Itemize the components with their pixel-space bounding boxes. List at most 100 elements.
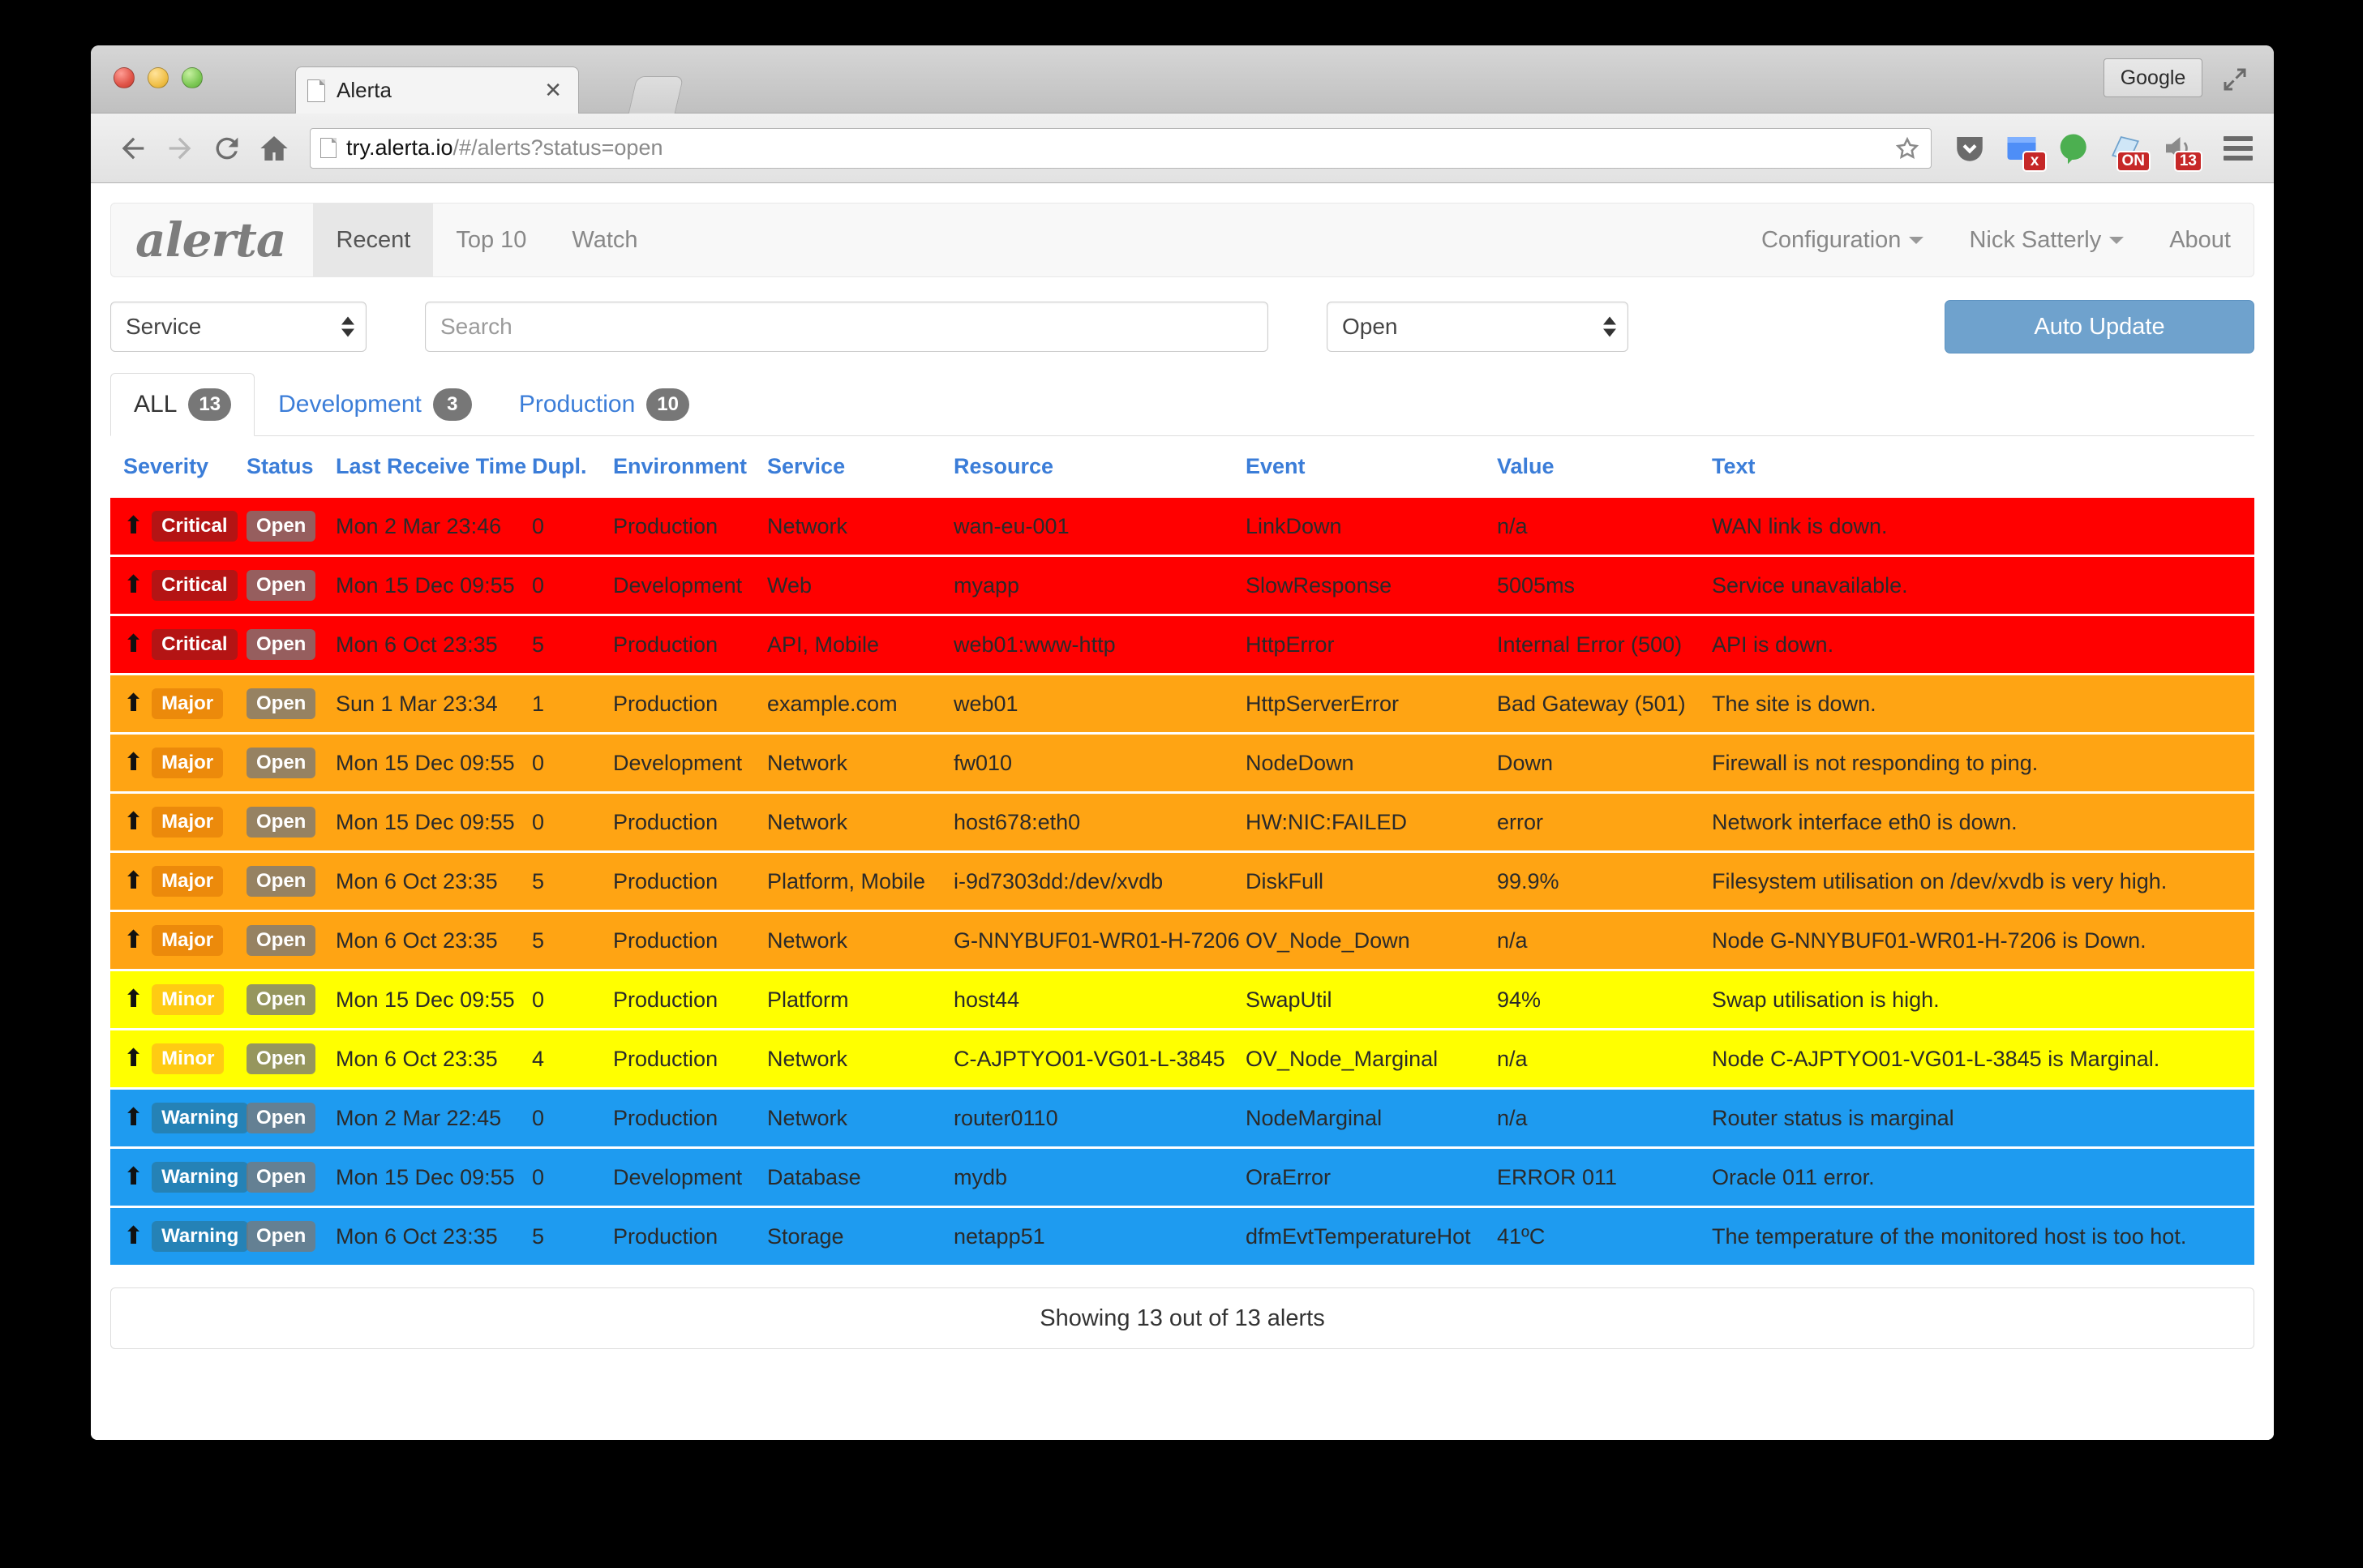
cell-status: Open [247,497,336,556]
col-environment[interactable]: Environment [613,436,767,497]
google-docs-extension-icon[interactable]: x [2005,131,2039,165]
new-tab-button[interactable] [628,76,684,114]
alerts-summary-footer: Showing 13 out of 13 alerts [110,1287,2254,1349]
status-badge[interactable]: Open [247,807,315,838]
cell-resource: fw010 [954,734,1246,793]
status-badge[interactable]: Open [247,1043,315,1074]
back-button[interactable] [112,127,154,169]
search-input[interactable] [425,302,1268,352]
status-badge[interactable]: Open [247,570,315,601]
status-badge[interactable]: Open [247,1103,315,1133]
table-row[interactable]: ⬆MajorOpenMon 15 Dec 09:550DevelopmentNe… [110,734,2254,793]
cell-dupl: 5 [532,911,613,970]
hangouts-extension-icon[interactable] [2056,131,2091,165]
table-row[interactable]: ⬆CriticalOpenMon 2 Mar 23:460ProductionN… [110,497,2254,556]
nav-item-top10[interactable]: Top 10 [433,203,549,276]
status-badge[interactable]: Open [247,1221,315,1252]
nav-configuration-label: Configuration [1761,227,1902,254]
reload-button[interactable] [206,127,248,169]
table-row[interactable]: ⬆CriticalOpenMon 15 Dec 09:550Developmen… [110,556,2254,615]
address-bar[interactable]: try.alerta.io/#/alerts?status=open [310,128,1932,169]
nav-item-about[interactable]: About [2146,203,2254,276]
home-button[interactable] [253,127,295,169]
cell-status: Open [247,615,336,675]
trend-up-icon: ⬆ [123,810,144,834]
bookmark-star-icon[interactable] [1893,135,1921,162]
col-service[interactable]: Service [767,436,954,497]
cell-status: Open [247,1207,336,1266]
cell-value: error [1497,793,1712,852]
app-logo[interactable]: alerta [111,203,313,276]
browser-tab-alerta[interactable]: Alerta ✕ [295,66,579,114]
cell-resource: router0110 [954,1089,1246,1148]
close-tab-icon[interactable]: ✕ [539,78,567,103]
col-text[interactable]: Text [1712,436,2254,497]
table-row[interactable]: ⬆MajorOpenMon 6 Oct 23:355ProductionNetw… [110,911,2254,970]
status-badge[interactable]: Open [247,1162,315,1193]
cell-last-receive-time: Mon 6 Oct 23:35 [336,911,532,970]
status-badge[interactable]: Open [247,629,315,660]
tab-production-label: Production [519,391,635,418]
fullscreen-icon[interactable] [2220,65,2249,94]
cell-text: Node G-NNYBUF01-WR01-H-7206 is Down. [1712,911,2254,970]
status-badge[interactable]: Open [247,688,315,719]
cell-resource: wan-eu-001 [954,497,1246,556]
cell-service: Web [767,556,954,615]
col-status[interactable]: Status [247,436,336,497]
status-badge[interactable]: Open [247,984,315,1015]
status-badge[interactable]: Open [247,925,315,956]
tab-development[interactable]: Development 3 [255,373,495,436]
search-engine-button[interactable]: Google [2104,58,2202,97]
trend-up-icon: ⬆ [123,869,144,893]
col-value[interactable]: Value [1497,436,1712,497]
cell-dupl: 1 [532,675,613,734]
tab-all[interactable]: ALL 13 [110,373,255,436]
browser-toolbar: try.alerta.io/#/alerts?status=open x ON [91,114,2274,183]
col-dupl[interactable]: Dupl. [532,436,613,497]
table-row[interactable]: ⬆MinorOpenMon 15 Dec 09:550ProductionPla… [110,970,2254,1030]
auto-update-button[interactable]: Auto Update [1945,300,2254,353]
table-row[interactable]: ⬆MajorOpenMon 6 Oct 23:355ProductionPlat… [110,852,2254,911]
tab-production[interactable]: Production 10 [495,373,713,436]
environment-tabs: ALL 13 Development 3 Production 10 [110,373,2254,436]
table-row[interactable]: ⬆CriticalOpenMon 6 Oct 23:355ProductionA… [110,615,2254,675]
status-badge[interactable]: Open [247,866,315,897]
table-row[interactable]: ⬆MinorOpenMon 6 Oct 23:354ProductionNetw… [110,1030,2254,1089]
service-filter-select[interactable]: Service [110,302,367,352]
status-badge[interactable]: Open [247,748,315,778]
table-row[interactable]: ⬆MajorOpenMon 15 Dec 09:550ProductionNet… [110,793,2254,852]
table-row[interactable]: ⬆WarningOpenMon 6 Oct 23:355ProductionSt… [110,1207,2254,1266]
col-last-receive-time[interactable]: Last Receive Time [336,436,532,497]
trend-up-icon: ⬆ [123,1224,144,1249]
cell-event: NodeDown [1246,734,1497,793]
extension-icons: x ON 13 [1946,131,2253,165]
nav-item-watch[interactable]: Watch [549,203,660,276]
table-row[interactable]: ⬆WarningOpenMon 15 Dec 09:550Development… [110,1148,2254,1207]
status-filter-select[interactable]: Open [1327,302,1628,352]
maximize-window-button[interactable] [182,67,203,88]
trend-up-icon: ⬆ [123,692,144,716]
nav-item-configuration[interactable]: Configuration [1739,203,1947,276]
table-row[interactable]: ⬆MajorOpenSun 1 Mar 23:341Productionexam… [110,675,2254,734]
pocket-extension-icon[interactable] [1953,131,1987,165]
nav-item-user[interactable]: Nick Satterly [1946,203,2146,276]
col-resource[interactable]: Resource [954,436,1246,497]
browser-menu-button[interactable] [2224,136,2253,161]
cell-severity: ⬆Minor [110,1030,247,1089]
notifications-extension-icon[interactable]: 13 [2160,131,2194,165]
table-row[interactable]: ⬆WarningOpenMon 2 Mar 22:450ProductionNe… [110,1089,2254,1148]
forward-button[interactable] [159,127,201,169]
cell-status: Open [247,675,336,734]
minimize-window-button[interactable] [148,67,169,88]
cell-environment: Production [613,852,767,911]
translate-extension-icon[interactable]: ON [2108,131,2142,165]
cell-environment: Development [613,734,767,793]
nav-item-recent[interactable]: Recent [313,203,433,276]
status-badge[interactable]: Open [247,511,315,542]
cell-text: API is down. [1712,615,2254,675]
col-severity[interactable]: Severity [110,436,247,497]
close-window-button[interactable] [114,67,135,88]
cell-last-receive-time: Mon 15 Dec 09:55 [336,556,532,615]
service-filter-value: Service [126,314,201,340]
col-event[interactable]: Event [1246,436,1497,497]
